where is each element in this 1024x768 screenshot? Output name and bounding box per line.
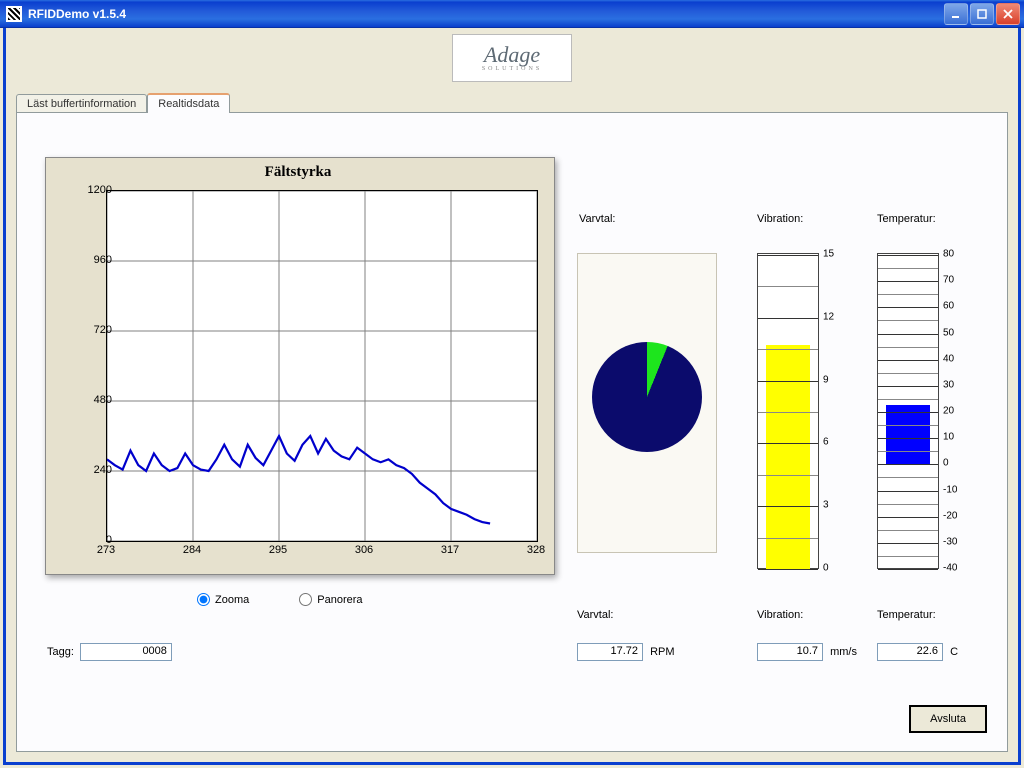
exit-button[interactable]: Avsluta <box>909 705 987 733</box>
temperatur-bar-fill <box>886 405 930 464</box>
gauge-tick-label: 80 <box>943 249 954 260</box>
chart-ytick: 480 <box>72 394 112 406</box>
zoom-radio-label[interactable]: Zooma <box>197 593 249 606</box>
window-title: RFIDDemo v1.5.4 <box>28 7 944 21</box>
gauge-tick-label: -20 <box>943 510 957 521</box>
tabstrip: Läst buffertinformation Realtidsdata <box>16 90 1008 112</box>
varvtal-unit: RPM <box>650 646 674 658</box>
vibration-bar-fill <box>766 345 810 569</box>
logo-brand: Adage <box>484 44 540 66</box>
chart-plot-area[interactable] <box>106 190 538 542</box>
pan-radio-text: Panorera <box>317 594 362 606</box>
temperatur-gauge: -40-30-20-1001020304050607080 <box>877 253 977 573</box>
gauge-tick-label: -10 <box>943 484 957 495</box>
zoom-radio[interactable] <box>197 593 210 606</box>
zoom-radio-text: Zooma <box>215 594 249 606</box>
vibration-gauge: 03691215 <box>757 253 857 573</box>
varvtal-readout: 17.72 <box>577 643 643 661</box>
app-icon <box>6 6 22 22</box>
chart-title: Fältstyrka <box>52 164 544 181</box>
gauge-tick-label: 60 <box>943 301 954 312</box>
chart-xtick: 317 <box>441 544 459 556</box>
tab-realtime-data[interactable]: Realtidsdata <box>147 93 230 113</box>
vibration-label: Vibration: <box>757 213 803 225</box>
gauge-tick-label: 10 <box>943 432 954 443</box>
tagg-readout: 0008 <box>80 643 172 661</box>
chart-xtick: 284 <box>183 544 201 556</box>
gauge-tick-label: 6 <box>823 437 829 448</box>
tagg-label: Tagg: <box>47 646 74 658</box>
gauge-tick-label: -40 <box>943 563 957 574</box>
temperatur-unit: C <box>950 646 958 658</box>
gauge-tick-label: 9 <box>823 374 829 385</box>
chart-mode-radios: Zooma Panorera <box>197 593 363 606</box>
window-titlebar: RFIDDemo v1.5.4 <box>0 0 1024 28</box>
temperatur-readout-label: Temperatur: <box>877 609 997 621</box>
varvtal-gauge <box>577 253 717 553</box>
chart-ytick: 720 <box>72 324 112 336</box>
chart-xtick: 273 <box>97 544 115 556</box>
gauge-tick-label: 30 <box>943 379 954 390</box>
gauge-tick-label: 50 <box>943 327 954 338</box>
varvtal-label: Varvtal: <box>579 213 615 225</box>
gauge-tick-label: 3 <box>823 500 829 511</box>
vibration-readout: 10.7 <box>757 643 823 661</box>
chart-xtick: 306 <box>355 544 373 556</box>
gauge-tick-label: 0 <box>823 563 829 574</box>
gauge-tick-label: 70 <box>943 275 954 286</box>
varvtal-readout-label: Varvtal: <box>577 609 697 621</box>
minimize-button[interactable] <box>944 3 968 25</box>
gauge-tick-label: 12 <box>823 311 834 322</box>
chart-ytick: 240 <box>72 464 112 476</box>
logo: Adage SOLUTIONS <box>452 34 572 82</box>
maximize-button[interactable] <box>970 3 994 25</box>
tab-buffer-info[interactable]: Läst buffertinformation <box>16 94 147 113</box>
gauge-tick-label: 0 <box>943 458 949 469</box>
gauge-tick-label: -30 <box>943 536 957 547</box>
vibration-readout-label: Vibration: <box>757 609 877 621</box>
gauge-tick-label: 20 <box>943 406 954 417</box>
temperatur-label: Temperatur: <box>877 213 936 225</box>
chart-xtick: 295 <box>269 544 287 556</box>
varvtal-pie <box>592 342 702 452</box>
pan-radio-label[interactable]: Panorera <box>299 593 362 606</box>
gauge-tick-label: 15 <box>823 249 834 260</box>
logo-subtitle: SOLUTIONS <box>482 66 542 72</box>
chart-ytick: 1200 <box>72 184 112 196</box>
field-strength-chart[interactable]: Fältstyrka 02404807209601200273284295306… <box>45 157 555 575</box>
gauge-tick-label: 40 <box>943 353 954 364</box>
close-button[interactable] <box>996 3 1020 25</box>
temperatur-readout: 22.6 <box>877 643 943 661</box>
chart-ytick: 960 <box>72 254 112 266</box>
tab-panel-realtime: Fältstyrka 02404807209601200273284295306… <box>16 112 1008 752</box>
chart-xtick: 328 <box>527 544 545 556</box>
pan-radio[interactable] <box>299 593 312 606</box>
vibration-unit: mm/s <box>830 646 857 658</box>
